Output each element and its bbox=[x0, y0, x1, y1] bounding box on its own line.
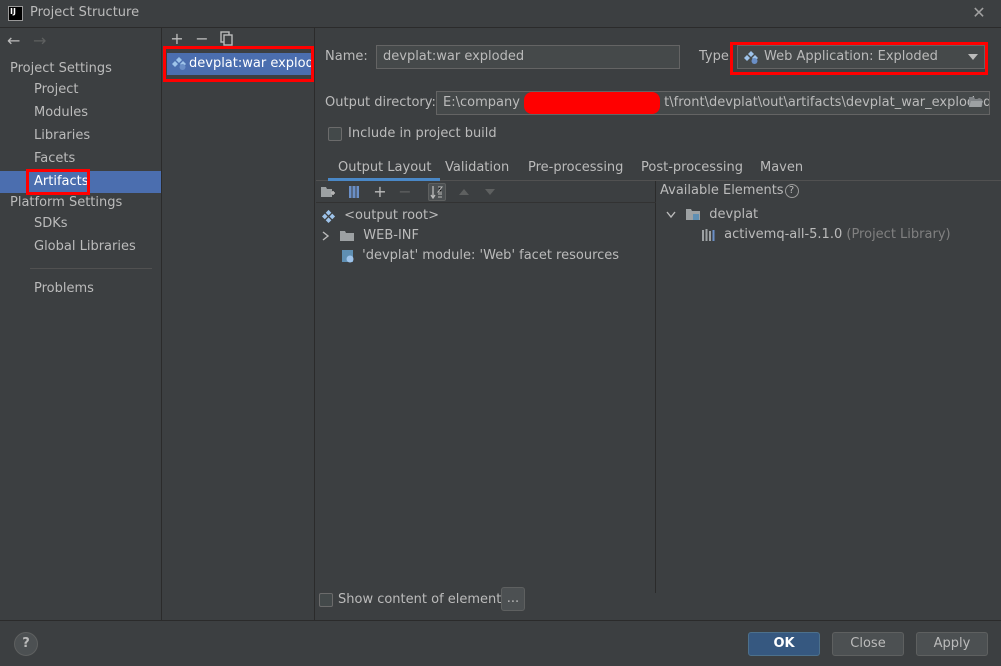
web-facet-icon bbox=[341, 249, 355, 263]
move-up-icon[interactable] bbox=[455, 183, 473, 201]
output-directory-field[interactable]: E:\company t\front\devplat\out\artifacts… bbox=[436, 91, 990, 115]
tab-post-processing[interactable]: Post-processing bbox=[641, 156, 743, 180]
tree-row-module-devplat[interactable]: devplat bbox=[666, 205, 758, 225]
available-elements-pane: Available Elements? devplat activemq-all… bbox=[656, 181, 1001, 593]
remove-artifact-icon[interactable]: − bbox=[193, 30, 211, 48]
ok-button[interactable]: OK bbox=[748, 632, 820, 656]
web-app-icon bbox=[744, 50, 759, 65]
sidebar-item-modules[interactable]: Modules bbox=[0, 102, 161, 124]
title-bar bbox=[0, 0, 1001, 28]
sidebar-separator bbox=[30, 268, 152, 269]
tree-row-output-root[interactable]: <output root> bbox=[322, 206, 439, 226]
output-layout-pane: + − <output root> WEB-INF 'devplat' modu… bbox=[316, 181, 656, 593]
output-path-prefix: E:\company bbox=[443, 95, 520, 110]
module-folder-icon bbox=[686, 208, 701, 221]
layout-toolbar: + − bbox=[316, 181, 656, 203]
help-circle-icon[interactable]: ? bbox=[784, 183, 799, 198]
tree-row-web-inf[interactable]: WEB-INF bbox=[322, 226, 419, 246]
sidebar: ← → Project Settings Project Modules Lib… bbox=[0, 28, 162, 620]
platform-settings-header: Platform Settings bbox=[10, 195, 123, 210]
move-down-icon[interactable] bbox=[481, 183, 499, 201]
output-root-icon bbox=[322, 209, 336, 223]
library-icon bbox=[702, 228, 716, 241]
sidebar-item-global-libraries[interactable]: Global Libraries bbox=[0, 236, 161, 258]
output-directory-label: Output directory: bbox=[325, 95, 436, 110]
tree-row-label: WEB-INF bbox=[363, 228, 419, 243]
tab-validation[interactable]: Validation bbox=[445, 156, 509, 180]
forward-arrow-icon[interactable]: → bbox=[33, 31, 46, 50]
create-archive-icon[interactable] bbox=[345, 183, 363, 201]
browse-folder-icon[interactable] bbox=[968, 95, 984, 109]
include-in-build-checkbox[interactable] bbox=[328, 127, 342, 141]
artifact-settings: Name: devplat:war exploded Type: Web App… bbox=[316, 28, 1001, 620]
sidebar-item-sdks[interactable]: SDKs bbox=[0, 213, 161, 235]
close-window-icon[interactable]: ✕ bbox=[970, 3, 988, 23]
copy-artifact-icon[interactable] bbox=[218, 30, 236, 48]
folder-icon bbox=[340, 230, 355, 242]
window-title: Project Structure bbox=[30, 5, 140, 20]
available-elements-title: Available Elements bbox=[660, 183, 784, 198]
web-artifact-icon bbox=[172, 56, 187, 71]
chevron-right-icon[interactable] bbox=[322, 230, 330, 241]
artifact-panel: + − devplat:war exploded bbox=[163, 28, 315, 637]
sidebar-item-facets[interactable]: Facets bbox=[0, 148, 161, 170]
sidebar-item-project[interactable]: Project bbox=[0, 79, 161, 101]
add-artifact-icon[interactable]: + bbox=[168, 30, 186, 48]
sidebar-item-artifacts[interactable]: Artifacts bbox=[0, 171, 161, 193]
chevron-down-icon[interactable] bbox=[666, 211, 676, 219]
tree-row-label: 'devplat' module: 'Web' facet resources bbox=[362, 248, 620, 263]
tree-row-web-facet-resources[interactable]: 'devplat' module: 'Web' facet resources bbox=[341, 246, 619, 266]
artifact-list: devplat:war exploded bbox=[163, 48, 314, 637]
tab-maven[interactable]: Maven bbox=[760, 156, 803, 180]
available-elements-header: Available Elements? bbox=[660, 183, 799, 198]
artifact-item[interactable]: devplat:war exploded bbox=[167, 53, 312, 75]
chevron-down-icon bbox=[968, 54, 978, 60]
name-label: Name: bbox=[325, 49, 368, 64]
help-button[interactable]: ? bbox=[14, 632, 38, 656]
include-in-build-label: Include in project build bbox=[348, 126, 497, 141]
type-label: Type: bbox=[699, 49, 734, 64]
sidebar-item-libraries[interactable]: Libraries bbox=[0, 125, 161, 147]
apply-button[interactable]: Apply bbox=[916, 632, 988, 656]
close-button[interactable]: Close bbox=[832, 632, 904, 656]
back-arrow-icon[interactable]: ← bbox=[7, 31, 20, 50]
type-combobox[interactable]: Web Application: Exploded bbox=[737, 45, 985, 69]
tab-output-layout[interactable]: Output Layout bbox=[338, 156, 431, 180]
create-directory-icon[interactable] bbox=[319, 183, 337, 201]
sidebar-item-problems[interactable]: Problems bbox=[0, 278, 161, 300]
tab-pre-processing[interactable]: Pre-processing bbox=[528, 156, 623, 180]
output-path-suffix: t\front\devplat\out\artifacts\devplat_wa… bbox=[664, 95, 990, 110]
tree-row-library-activemq[interactable]: activemq-all-5.1.0 (Project Library) bbox=[702, 225, 951, 245]
show-content-label: Show content of elements bbox=[338, 592, 509, 607]
project-settings-header: Project Settings bbox=[10, 61, 112, 76]
tree-row-label: <output root> bbox=[344, 208, 439, 223]
artifact-item-label: devplat:war exploded bbox=[189, 56, 312, 71]
add-copy-icon[interactable]: + bbox=[371, 183, 389, 201]
module-label: devplat bbox=[709, 207, 759, 222]
intellij-app-icon: IJ bbox=[8, 6, 23, 21]
type-value: Web Application: Exploded bbox=[764, 49, 938, 64]
name-field[interactable]: devplat:war exploded bbox=[376, 45, 680, 69]
redacted-path-mask bbox=[524, 92, 661, 114]
sort-elements-icon[interactable] bbox=[428, 183, 446, 201]
library-note: (Project Library) bbox=[846, 227, 951, 242]
show-content-checkbox[interactable] bbox=[319, 593, 333, 607]
ellipsis-button[interactable]: ... bbox=[501, 587, 525, 611]
library-name: activemq-all-5.1.0 bbox=[724, 227, 843, 242]
remove-element-icon[interactable]: − bbox=[396, 183, 414, 201]
